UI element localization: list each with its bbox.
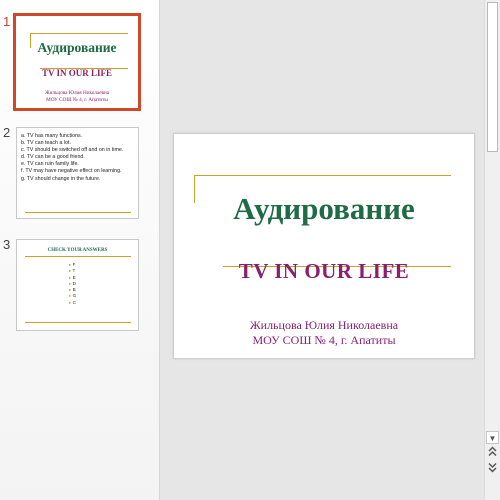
- list-item: G: [69, 293, 77, 299]
- thumbnail-title: Аудирование: [37, 40, 117, 55]
- vertical-scrollbar[interactable]: ▼: [484, 0, 500, 500]
- decorative-rule: [194, 175, 451, 176]
- decorative-rule: [25, 322, 131, 323]
- slide-thumbnail-2[interactable]: a. TV has many functions. b. TV can teac…: [16, 127, 139, 219]
- statement-list: a. TV has many functions. b. TV can teac…: [21, 133, 135, 183]
- slide-thumbnail-1[interactable]: Аудирование TV IN OUR LIFE Жильцова Юлия…: [13, 13, 141, 111]
- double-chevron-up-icon[interactable]: [486, 446, 499, 459]
- answer-list: F T E D B G C: [69, 262, 77, 306]
- slide-number-1: 1: [3, 14, 11, 29]
- decorative-rule: [25, 212, 131, 213]
- list-item: b. TV can teach a lot.: [21, 140, 71, 147]
- list-item: E: [69, 275, 76, 281]
- scrollbar-thumb[interactable]: [487, 2, 498, 152]
- list-item: f. TV may have negative effect on learni…: [21, 168, 122, 175]
- list-item: T: [69, 268, 76, 274]
- slide-thumbnail-3[interactable]: CHECK YOUR ANSWERS F T E D B G C: [16, 239, 139, 331]
- slide-author-name[interactable]: Жильцова Юлия Николаевна: [174, 318, 474, 333]
- current-slide[interactable]: Аудирование TV IN OUR LIFE Жильцова Юлия…: [173, 133, 475, 359]
- slide-title[interactable]: Аудирование: [174, 191, 474, 227]
- triangle-down-icon[interactable]: ▼: [486, 431, 499, 444]
- thumbnail-author: Жильцова Юлия Николаевна: [44, 90, 110, 96]
- slide-number-2: 2: [3, 125, 11, 140]
- list-item: e. TV can ruin family life.: [21, 161, 79, 168]
- thumbnail-subtitle: TV IN OUR LIFE: [41, 68, 113, 78]
- slide-number-3: 3: [3, 237, 11, 252]
- double-chevron-down-icon[interactable]: [486, 462, 499, 475]
- list-item: g. TV should change in the future.: [21, 175, 101, 182]
- thumbnail-title: CHECK YOUR ANSWERS: [47, 248, 108, 253]
- slide-subtitle[interactable]: TV IN OUR LIFE: [174, 259, 474, 284]
- slide-author-school[interactable]: МОУ СОШ № 4, г. Апатиты: [174, 333, 474, 348]
- list-item: c. TV should be switched off and on in t…: [21, 147, 124, 154]
- slide-editing-area: Аудирование TV IN OUR LIFE Жильцова Юлия…: [160, 0, 484, 500]
- decorative-rule: [25, 256, 131, 257]
- list-item: C: [69, 300, 76, 306]
- slide-thumbnail-pane: 1 Аудирование TV IN OUR LIFE Жильцова Юл…: [0, 0, 160, 500]
- thumbnail-school: МОУ СОШ № 4, г. Апатиты: [46, 97, 108, 103]
- decorative-rule: [30, 33, 128, 34]
- list-item: a. TV has many functions.: [21, 133, 83, 139]
- list-item: d. TV can be a good friend.: [21, 154, 85, 161]
